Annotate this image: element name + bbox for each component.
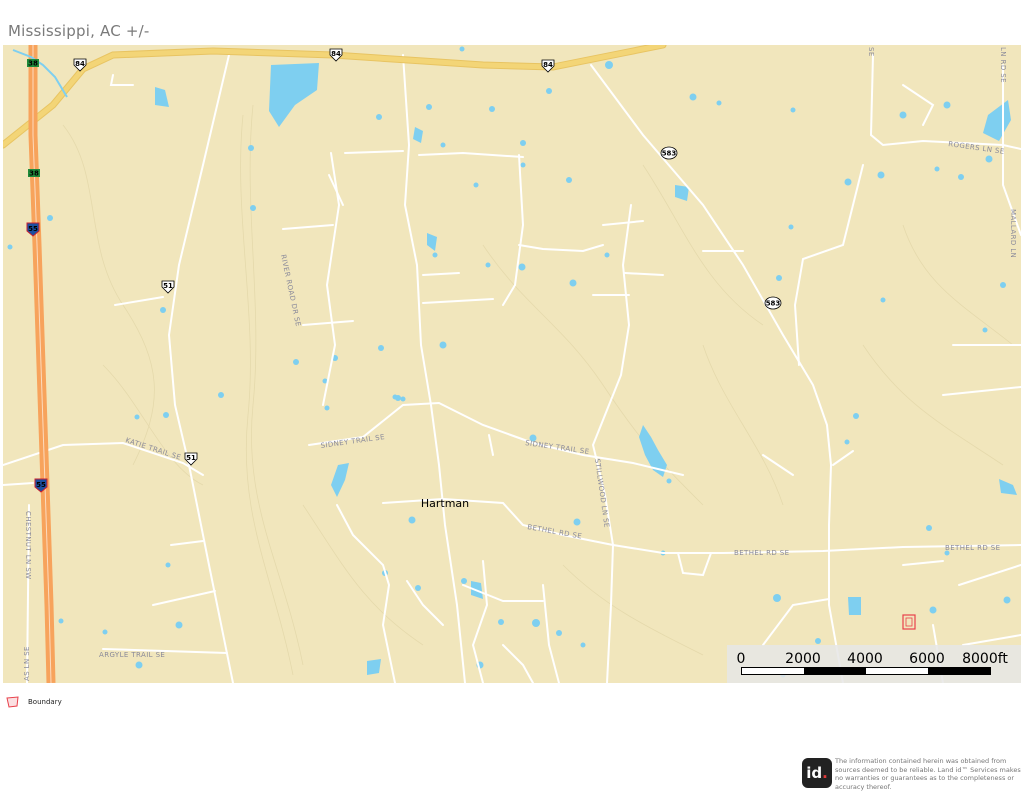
scale-label-8000ft: 8000ft — [962, 651, 1008, 667]
road-label-mallard: MALLARD LN — [1009, 209, 1017, 258]
map-view[interactable]: ROGERS LN SE RIVER ROAD DR SE KATIE TRAI… — [3, 45, 1021, 683]
map-title: Mississippi, AC +/- — [8, 22, 150, 40]
scale-label-4000: 4000 — [847, 651, 883, 667]
svg-text:51: 51 — [163, 282, 173, 290]
road-label-argyle: ARGYLE TRAIL SE — [99, 651, 165, 659]
scale-segments — [741, 667, 991, 675]
ms583-shield: 583 — [660, 146, 678, 160]
svg-text:583: 583 — [766, 300, 781, 308]
route38-shield: 38 — [28, 169, 40, 178]
scale-label-6000: 6000 — [909, 651, 945, 667]
road-label-bethel-east: BETHEL RD SE — [734, 549, 789, 557]
scale-segment — [804, 668, 866, 674]
svg-text:84: 84 — [331, 50, 341, 58]
map-canvas[interactable]: ROGERS LN SE RIVER ROAD DR SE KATIE TRAI… — [3, 45, 1021, 683]
scale-label-0: 0 — [736, 651, 746, 667]
route38-shield: 38 — [27, 59, 39, 68]
scale-segment — [928, 668, 990, 674]
road-label-left-bottom: AS LN SE — [23, 646, 31, 681]
scale-segment — [866, 668, 928, 674]
svg-text:583: 583 — [662, 150, 677, 158]
ms583-shield: 583 — [764, 296, 782, 310]
svg-text:51: 51 — [186, 454, 196, 462]
svg-text:55: 55 — [28, 225, 38, 233]
disclaimer-text: The information contained herein was obt… — [835, 757, 1021, 791]
scale-bar: 0 2000 4000 6000 8000ft — [727, 645, 1021, 683]
svg-text:55: 55 — [36, 481, 46, 489]
landid-logo: id. — [802, 758, 832, 788]
town-label-hartman: Hartman — [421, 497, 469, 510]
road-label-bethel-far: BETHEL RD SE — [945, 544, 1000, 552]
road-label-chestnut: CHESTNUT LN SW — [24, 511, 32, 579]
svg-text:84: 84 — [75, 60, 85, 68]
svg-text:38: 38 — [29, 170, 39, 178]
scale-segment — [742, 668, 804, 674]
scale-labels: 0 2000 4000 6000 8000ft — [727, 651, 1021, 667]
scale-label-2000: 2000 — [785, 651, 821, 667]
boundary-swatch-icon — [6, 696, 19, 708]
svg-text:38: 38 — [28, 60, 38, 68]
map-legend: Boundary — [6, 696, 62, 708]
land-background — [3, 45, 1021, 683]
road-label-top-right: LN RD SE — [999, 47, 1007, 83]
road-label-top-mid: SE — [867, 47, 875, 57]
svg-text:84: 84 — [543, 61, 553, 69]
legend-label-boundary: Boundary — [28, 698, 62, 706]
